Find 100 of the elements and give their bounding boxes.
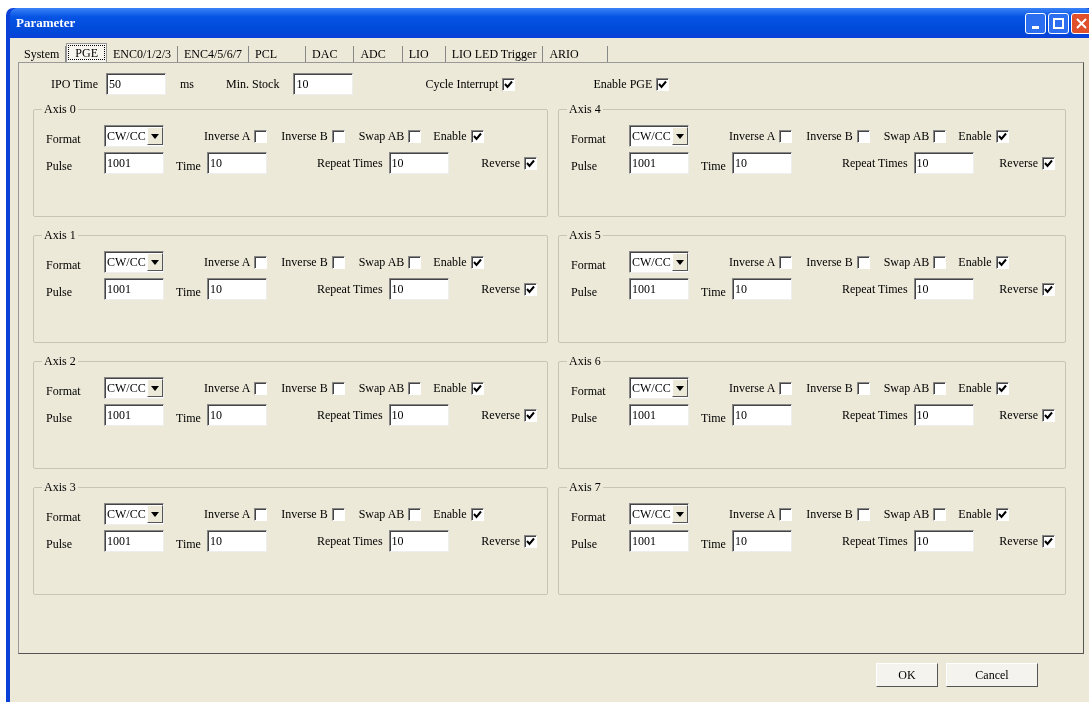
field-label: Pulse	[571, 158, 598, 175]
checkbox[interactable]	[995, 255, 1009, 269]
checkbox[interactable]	[1042, 156, 1055, 170]
checkbox[interactable]	[1042, 282, 1055, 296]
checkbox[interactable]	[856, 129, 870, 143]
input-field[interactable]: 10	[206, 530, 267, 552]
input-field[interactable]: 50	[106, 73, 167, 95]
input-field[interactable]: 10	[206, 404, 267, 426]
input-field[interactable]: 10	[388, 152, 449, 174]
input-field[interactable]: 10	[731, 404, 792, 426]
format-dropdown[interactable]: CW/CC	[104, 251, 164, 273]
input-field[interactable]: 10	[388, 278, 449, 300]
checkbox[interactable]	[524, 408, 537, 422]
input-field[interactable]: 1001	[104, 278, 164, 300]
format-dropdown[interactable]: CW/CC	[104, 377, 164, 399]
input-field[interactable]: 10	[731, 152, 792, 174]
input-field[interactable]: 10	[388, 404, 449, 426]
checkbox-label: Inverse A	[729, 128, 776, 145]
checkbox[interactable]	[995, 381, 1009, 395]
input-field[interactable]: 1001	[629, 152, 689, 174]
checkbox[interactable]	[995, 129, 1009, 143]
checkbox[interactable]	[856, 507, 870, 521]
checkbox[interactable]	[1042, 534, 1055, 548]
checkbox[interactable]	[779, 381, 793, 395]
ok-button[interactable]: OK	[876, 663, 938, 687]
field-label: Format	[571, 383, 607, 400]
close-button[interactable]	[1071, 12, 1089, 34]
checkbox[interactable]	[470, 255, 484, 269]
input-field[interactable]: 1001	[629, 404, 689, 426]
checkbox[interactable]	[331, 255, 345, 269]
checkbox-label: Enable	[958, 128, 992, 145]
checkbox-label: Reverse	[999, 407, 1038, 424]
input-field[interactable]: 1001	[629, 530, 689, 552]
checkbox[interactable]	[331, 381, 345, 395]
format-dropdown[interactable]: CW/CC	[629, 125, 689, 147]
checkbox-label: Inverse A	[729, 380, 776, 397]
input-field[interactable]: 10	[293, 73, 354, 95]
field-label: Format	[46, 509, 82, 526]
checkbox[interactable]	[331, 507, 345, 521]
minimize-button[interactable]	[1025, 12, 1046, 34]
checkbox[interactable]	[933, 381, 947, 395]
checkbox[interactable]	[656, 77, 670, 91]
checkbox-label: Reverse	[481, 407, 520, 424]
checkbox[interactable]	[254, 129, 268, 143]
checkbox-label: Inverse A	[204, 506, 251, 523]
checkbox[interactable]	[254, 381, 268, 395]
checkbox[interactable]	[408, 507, 422, 521]
format-dropdown[interactable]: CW/CC	[104, 503, 164, 525]
checkbox[interactable]	[470, 129, 484, 143]
checkbox[interactable]	[933, 255, 947, 269]
field-label: Format	[46, 257, 82, 274]
input-field[interactable]: 1001	[629, 278, 689, 300]
checkbox[interactable]	[779, 507, 793, 521]
input-field[interactable]: 1001	[104, 530, 164, 552]
checkbox[interactable]	[470, 507, 484, 521]
checkbox[interactable]	[524, 534, 537, 548]
input-field[interactable]: 10	[206, 152, 267, 174]
checkbox[interactable]	[856, 255, 870, 269]
input-field[interactable]: 1001	[104, 404, 164, 426]
checkbox[interactable]	[779, 129, 793, 143]
checkbox[interactable]	[524, 282, 537, 296]
format-dropdown[interactable]: CW/CC	[629, 377, 689, 399]
checkbox-label: Inverse A	[204, 380, 251, 397]
input-field[interactable]: 1001	[104, 152, 164, 174]
checkbox[interactable]	[856, 381, 870, 395]
input-field[interactable]: 10	[731, 530, 792, 552]
maximize-button[interactable]	[1048, 12, 1069, 34]
format-dropdown[interactable]: CW/CC	[629, 503, 689, 525]
input-field[interactable]: 10	[913, 278, 974, 300]
field-label: Pulse	[46, 158, 73, 175]
tab[interactable]: PGE	[66, 43, 107, 62]
checkbox[interactable]	[331, 129, 345, 143]
field-label: Format	[571, 131, 607, 148]
checkbox[interactable]	[254, 255, 268, 269]
group-title: Axis 6	[567, 354, 603, 368]
checkbox[interactable]	[933, 129, 947, 143]
checkbox[interactable]	[408, 255, 422, 269]
checkbox[interactable]	[470, 381, 484, 395]
checkbox[interactable]	[995, 507, 1009, 521]
checkbox[interactable]	[408, 129, 422, 143]
input-field[interactable]: 10	[388, 530, 449, 552]
checkbox[interactable]	[1042, 408, 1055, 422]
cancel-button[interactable]: Cancel	[946, 663, 1038, 687]
checkbox[interactable]	[524, 156, 537, 170]
input-field[interactable]: 10	[206, 278, 267, 300]
input-field[interactable]: 10	[913, 530, 974, 552]
input-field[interactable]: 10	[913, 152, 974, 174]
checkbox[interactable]	[933, 507, 947, 521]
checkbox-label: Swap AB	[883, 254, 930, 271]
input-field[interactable]: 10	[913, 404, 974, 426]
checkbox[interactable]	[502, 77, 516, 91]
format-dropdown[interactable]: CW/CC	[104, 125, 164, 147]
input-field[interactable]: 10	[731, 278, 792, 300]
field-label: Min. Stock	[226, 76, 280, 93]
checkbox[interactable]	[408, 381, 422, 395]
checkbox[interactable]	[779, 255, 793, 269]
checkbox[interactable]	[254, 507, 268, 521]
checkbox-label: Enable	[433, 254, 467, 271]
checkbox-label: Swap AB	[883, 128, 930, 145]
format-dropdown[interactable]: CW/CC	[629, 251, 689, 273]
